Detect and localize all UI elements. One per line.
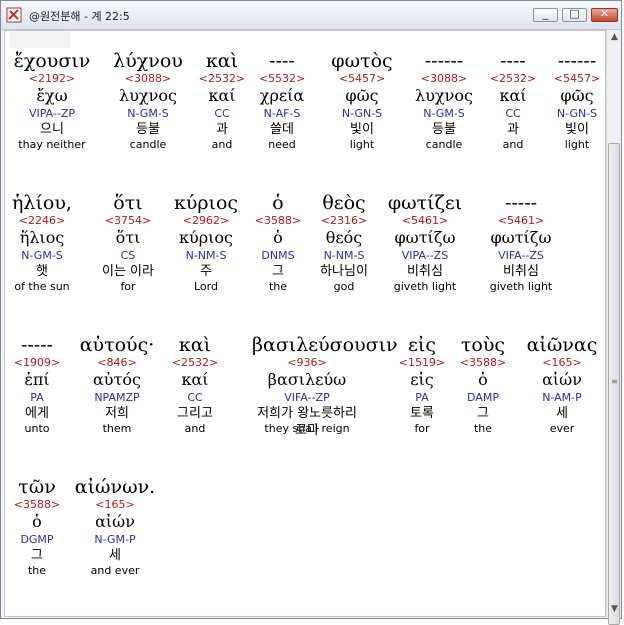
greek-word: ----- [504, 192, 538, 214]
header-box [10, 31, 70, 48]
strong-number: <2192> [28, 72, 76, 85]
greek-word: ------ [557, 50, 597, 72]
verse-analysis-pane: ἔχουσιν <2192> ἔχω VIPA--ZP 으니 thay neither λύ… [4, 30, 606, 617]
maximize-button[interactable]: □ [562, 7, 587, 22]
minimize-button[interactable]: _ [533, 7, 558, 22]
parsing-code: CC [187, 391, 203, 404]
greek-word: αἰῶνας [526, 334, 598, 356]
english-gloss: they shall reign [264, 422, 350, 435]
window-title: @원전분해 - 계 22:5 [29, 10, 130, 23]
greek-word: καὶ [178, 334, 212, 356]
title-bar[interactable]: @원전분해 - 계 22:5 _ □ ✕ [1, 1, 621, 30]
scroll-thumb[interactable]: ≡ [608, 143, 620, 625]
word-cell: αἰῶνας <165> αἰών N-AM-P 세 ever [507, 334, 605, 436]
english-gloss: light [564, 138, 590, 151]
greek-word: ἔχουσιν [13, 50, 91, 72]
parsing-code: N-GM-P [94, 533, 136, 546]
lemma: αἰών [542, 370, 582, 389]
word-cell: αἰώνων. <165> αἰών N-GM-P 세 and ever [60, 476, 170, 578]
lemma: φωτίζω [394, 228, 456, 247]
word-cell: καὶ <2532> καί CC 그리고 and [140, 334, 250, 436]
word-cell: ----- <5461> φωτίζω VIFA--ZS 비취심 giveth light [466, 192, 576, 294]
strong-number: <5457> [553, 72, 601, 85]
word-cell: ------ <5457> φῶς N-GN-S 빛이 light [522, 50, 605, 152]
strong-number: <936> [287, 356, 327, 369]
korean-gloss: 세 [109, 548, 121, 563]
lemma: φωτίζω [490, 228, 552, 247]
korean-gloss: 그리고 [177, 406, 213, 421]
korean-gloss: 으니 [40, 122, 64, 137]
lemma: φῶς [560, 86, 594, 105]
strong-number: <5461> [401, 214, 449, 227]
english-gloss: thay neither [18, 138, 86, 151]
lemma: αἰών [95, 512, 135, 531]
close-button[interactable]: ✕ [591, 7, 618, 22]
word-cell: φωτίζει <5461> φωτίζω VIPA--ZS 비취심 giveth lig… [370, 192, 480, 294]
korean-gloss: 비취심 [503, 264, 539, 279]
scroll-up-icon[interactable]: ▲ [607, 30, 622, 45]
parsing-code: VIFA--ZS [498, 249, 544, 262]
korean-gloss: 세 [556, 406, 568, 421]
greek-word: φωτίζει [387, 192, 463, 214]
strong-number: <2532> [171, 356, 219, 369]
lemma: βασιλεύω [267, 370, 347, 389]
parsing-code: VIPA--ZP [28, 107, 76, 120]
scroll-down-icon[interactable]: ▼ [607, 602, 622, 617]
parsing-code: VIPA--ZS [401, 249, 449, 262]
korean-gloss: 저희가 왕노릇하리로다 [257, 406, 357, 438]
app-icon [6, 7, 22, 23]
english-gloss: giveth light [393, 280, 457, 293]
greek-word: βασιλεύσουσιν [252, 334, 398, 356]
english-gloss: and [184, 422, 206, 435]
english-gloss: and ever [90, 564, 140, 577]
strong-number: <165> [95, 498, 135, 511]
english-gloss: giveth light [489, 280, 553, 293]
grip-icon: ≡ [611, 377, 618, 386]
strong-number: <5461> [497, 214, 545, 227]
parsing-code: N-GN-S [556, 107, 598, 120]
korean-gloss: 빛이 [565, 122, 589, 137]
close-icon: ✕ [599, 7, 610, 20]
app-window: @원전분해 - 계 22:5 _ □ ✕ ἔχουσιν <2192> ἔχω VIP… [0, 0, 622, 625]
word-cell: ἔχουσιν <2192> ἔχω VIPA--ZP 으니 thay neither [5, 50, 107, 152]
english-gloss: ever [549, 422, 575, 435]
strong-number: <165> [542, 356, 582, 369]
maximize-icon: □ [569, 7, 580, 20]
korean-gloss: 비취심 [407, 264, 443, 279]
minimize-icon: _ [542, 7, 549, 20]
vertical-scrollbar[interactable]: ▲ ≡ ▼ [606, 30, 622, 625]
greek-word: αἰώνων. [74, 476, 156, 498]
parsing-code: VIFA--ZP [284, 391, 330, 404]
lemma: καί [181, 370, 209, 389]
lemma: ἔχω [36, 86, 68, 105]
word-cell: βασιλεύσουσιν <936> βασιλεύω VIFA--ZP 저희가 왕노… [252, 334, 398, 438]
parsing-code: N-AM-P [542, 391, 582, 404]
